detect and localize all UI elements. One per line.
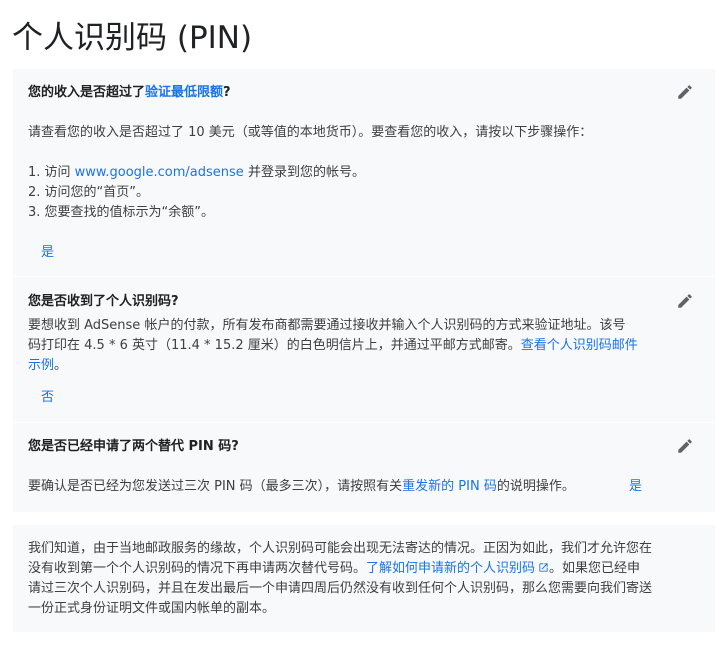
question-2-line-1: 要想收到 AdSense 帐户的付款，所有发布商都需要通过接收并输入个人识别码的… (28, 318, 626, 333)
divider (13, 276, 715, 277)
edit-icon[interactable] (676, 292, 694, 310)
step-1: 1. 访问 www.google.com/adsense 并登录到您的帐号。 (28, 163, 365, 183)
question-2-line-2: 码打印在 4.5 * 6 英寸（11.4 * 15.2 厘米）的白色明信片上，并… (28, 336, 638, 356)
question-1-prefix: 您的收入是否超过了 (28, 85, 146, 100)
answer-3[interactable]: 是 (629, 478, 642, 496)
question-3-body-suffix: 的说明操作。 (496, 479, 575, 494)
pin-mailer-example-link[interactable]: 查看个人识别码邮件 (521, 338, 638, 353)
info-line-3: 请过三次个人识别码，并且在发出最后一个申请四周后仍然没有收到任何个人识别码，那么… (28, 581, 653, 596)
external-link-icon (539, 563, 548, 572)
edit-icon[interactable] (676, 83, 694, 101)
info-line-1: 我们知道，由于当地邮政服务的缘故，个人识别码可能会出现无法寄达的情况。正因为如此… (28, 541, 653, 556)
answer-1[interactable]: 是 (41, 244, 54, 262)
question-1-title: 您的收入是否超过了验证最低限额? (28, 84, 231, 102)
minimum-threshold-link[interactable]: 验证最低限额 (145, 85, 223, 100)
step-1-prefix: 1. 访问 (28, 165, 75, 180)
step-3: 3. 您要查找的值标示为“余额”。 (28, 205, 215, 220)
page-title: 个人识别码 (PIN) (12, 20, 253, 56)
question-3-body: 要确认是否已经为您发送过三次 PIN 码（最多三次），请按照有关重发新的 PIN… (28, 477, 575, 497)
info-line-2-prefix: 没有收到第一个个人识别码的情况下再申请两次替代号码。 (28, 561, 367, 576)
question-1-intro: 请查看您的收入是否超过了 10 美元（或等值的本地货币）。要查看您的收入，请按以… (28, 125, 593, 140)
step-2: 2. 访问您的“首页”。 (28, 185, 150, 200)
question-3-body-prefix: 要确认是否已经为您发送过三次 PIN 码（最多三次），请按照有关 (28, 479, 403, 494)
question-2-line-2-text: 码打印在 4.5 * 6 英寸（11.4 * 15.2 厘米）的白色明信片上，并… (28, 338, 521, 353)
resend-pin-link[interactable]: 重发新的 PIN 码 (402, 479, 497, 494)
info-line-2-suffix: 。如果您已经申 (549, 561, 641, 576)
divider (13, 422, 715, 423)
question-3-title: 您是否已经申请了两个替代 PIN 码? (28, 439, 239, 454)
info-line-4: 一份正式身份证明文件或国内帐单的副本。 (28, 601, 276, 616)
question-2-line-3-suffix: 。 (54, 358, 68, 373)
request-new-pin-link[interactable]: 了解如何申请新的个人识别码 (366, 561, 549, 576)
info-panel: 我们知道，由于当地邮政服务的缘故，个人识别码可能会出现无法寄达的情况。正因为如此… (13, 525, 715, 632)
question-2-title: 您是否收到了个人识别码? (28, 294, 179, 309)
pin-mailer-example-link-cont[interactable]: 示例 (28, 358, 54, 373)
questions-panel: 您的收入是否超过了验证最低限额? 请查看您的收入是否超过了 10 美元（或等值的… (13, 69, 715, 512)
step-1-suffix: 并登录到您的帐号。 (243, 165, 365, 180)
question-1-suffix: ? (223, 85, 231, 100)
request-new-pin-link-text: 了解如何申请新的个人识别码 (366, 561, 536, 576)
edit-icon[interactable] (676, 437, 694, 455)
adsense-link[interactable]: www.google.com/adsense (75, 165, 244, 180)
answer-2[interactable]: 否 (41, 389, 54, 407)
info-line-2: 没有收到第一个个人识别码的情况下再申请两次替代号码。了解如何申请新的个人识别码。… (28, 559, 640, 579)
question-2-line-3: 示例。 (28, 356, 67, 376)
